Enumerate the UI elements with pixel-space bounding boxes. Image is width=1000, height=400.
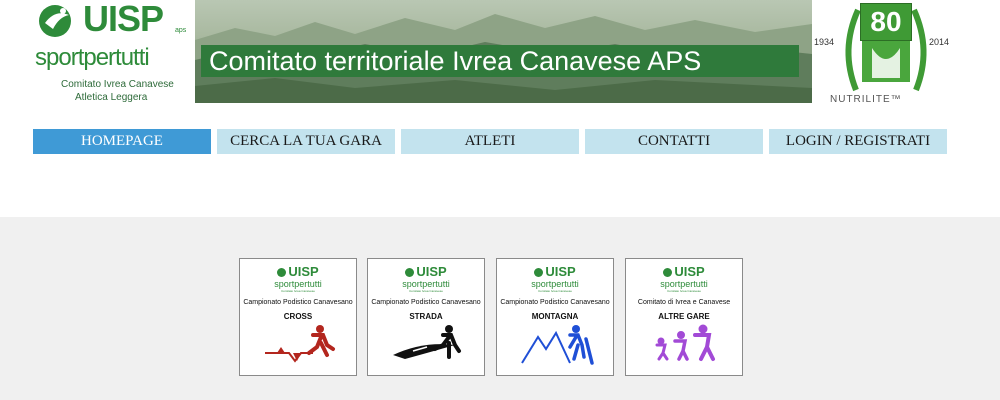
logo-aps: aps [175, 27, 187, 34]
logo-tagline: sportpertutti [35, 44, 150, 71]
card-logo: UISP sportpertutti Comitato Ivrea Canave… [497, 264, 613, 294]
card-brand: UISP [416, 264, 447, 279]
family-runners-icon [655, 324, 715, 361]
card-logo: UISP sportpertutti Comitato Ivrea Canave… [626, 264, 742, 294]
card-logo: UISP sportpertutti Comitato Ivrea Canave… [368, 264, 484, 294]
nav-cerca-gara[interactable]: CERCA LA TUA GARA [217, 129, 395, 154]
card-title: STRADA [409, 312, 443, 321]
anniversary-number: 80 [860, 3, 912, 41]
card-tagline: sportpertutti [402, 279, 450, 289]
card-title: ALTRE GARE [658, 312, 710, 321]
card-tagline: sportpertutti [531, 279, 579, 289]
logo-brand: UISP [83, 0, 164, 39]
nav-login[interactable]: LOGIN / REGISTRATI [769, 129, 947, 154]
card-subtitle: Campionato Podistico Canavesano [371, 299, 481, 306]
card-strada[interactable]: UISP sportpertutti Comitato Ivrea Canave… [367, 258, 485, 376]
card-cross[interactable]: UISP sportpertutti Comitato Ivrea Canave… [239, 258, 357, 376]
road-runner-icon [393, 325, 461, 359]
nav-atleti[interactable]: ATLETI [401, 129, 579, 154]
anniversary-year-start: 1934 [814, 37, 835, 47]
card-small-text: Comitato Ivrea Canavese [538, 289, 572, 293]
card-altre-gare[interactable]: UISP sportpertutti Comitato Ivrea Canave… [625, 258, 743, 376]
anniversary-year-end: 2014 [929, 37, 950, 47]
card-small-text: Comitato Ivrea Canavese [409, 289, 443, 293]
card-title: CROSS [283, 312, 313, 321]
uisp-runner-icon [39, 5, 71, 37]
sponsor-label: NUTRILITE™ [830, 94, 902, 105]
card-title: MONTAGNA [531, 312, 579, 321]
card-subtitle: Comitato di Ivrea e Canavese [637, 299, 731, 306]
card-brand: UISP [288, 264, 319, 279]
anniversary-logo: 1934 80 2014 NUTRILITE™ [814, 0, 954, 110]
card-tagline: sportpertutti [660, 279, 708, 289]
card-subtitle: Campionato Podistico Canavesano [243, 299, 353, 306]
card-logo: UISP sportpertutti Comitato Ivrea Canave… [240, 264, 356, 294]
cross-runner-icon [265, 325, 335, 363]
banner-title: Comitato territoriale Ivrea Canavese APS [201, 45, 799, 77]
logo-subtitle-2: Atletica Leggera [75, 92, 148, 103]
card-small-text: Comitato Ivrea Canavese [281, 289, 315, 293]
card-montagna[interactable]: UISP sportpertutti Comitato Ivrea Canave… [496, 258, 614, 376]
uisp-logo[interactable]: UISP aps sportpertutti Comitato Ivrea Ca… [33, 0, 193, 105]
card-brand: UISP [545, 264, 576, 279]
card-brand: UISP [674, 264, 705, 279]
nav-contatti[interactable]: CONTATTI [585, 129, 763, 154]
logo-subtitle: Comitato Ivrea Canavese [61, 79, 174, 90]
card-small-text: Comitato Ivrea Canavese [667, 289, 701, 293]
card-tagline: sportpertutti [274, 279, 322, 289]
card-subtitle: Campionato Podistico Canavesano [500, 299, 610, 306]
nav-homepage[interactable]: HOMEPAGE [33, 129, 211, 154]
mountain-hiker-icon [521, 325, 594, 365]
header-banner: Comitato territoriale Ivrea Canavese APS [195, 0, 812, 103]
